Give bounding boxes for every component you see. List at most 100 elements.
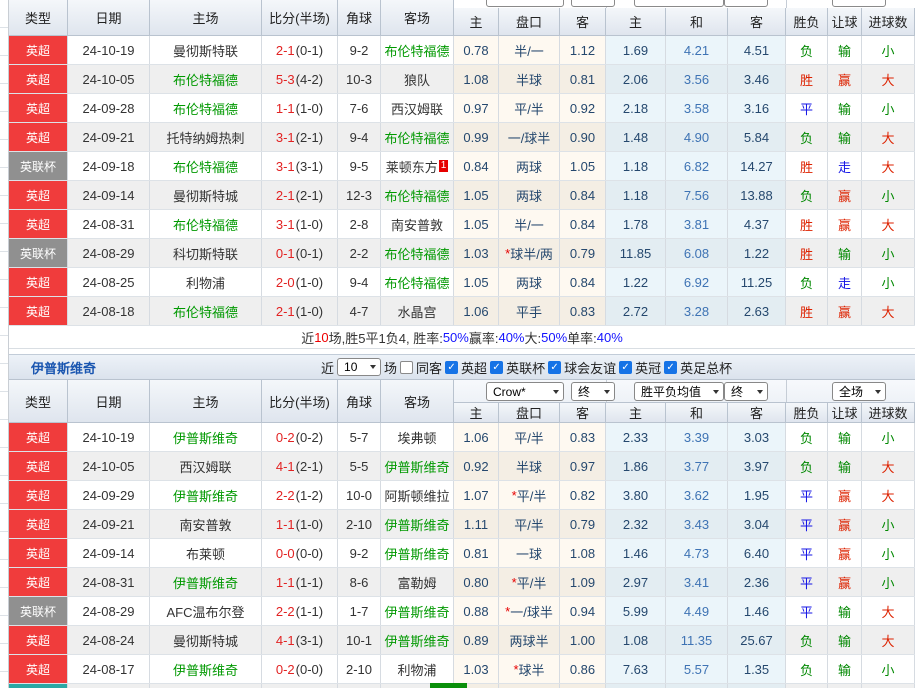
handicap-away-odds: 0.84 (560, 181, 606, 209)
match-row: 英联杯24-08-29AFC温布尔登2-2(1-1)1-7伊普斯维奇0.88*一… (9, 597, 915, 626)
match-date: 24-09-14 (68, 181, 150, 209)
odds-time-select-clipped[interactable] (571, 0, 615, 7)
avg-away-odds: 3.04 (728, 510, 786, 538)
league-label-eflcup[interactable]: 英联杯 (506, 358, 545, 377)
handicap-line: 两球 (516, 157, 542, 176)
league-label-facup[interactable]: 英足总杯 (680, 358, 732, 377)
column-header-wdl: 胜负 (786, 8, 828, 36)
result-handicap: 赢 (828, 210, 862, 238)
handicap-away-odds: 1.08 (560, 539, 606, 567)
home-team: 伊普斯维奇 (173, 660, 238, 679)
same-away-checkbox[interactable] (400, 361, 413, 374)
handicap-away-odds: 0.83 (560, 297, 606, 325)
filter-controls: 近 10 场 同客 英超 英联杯 球会友谊 英冠 英足总杯 (321, 355, 732, 379)
avg-home-odds: 2.06 (606, 65, 666, 93)
avg-draw-odds: 6.92 (666, 268, 728, 296)
result-goals: 大 (862, 65, 915, 93)
result-handicap: 赢 (828, 297, 862, 325)
league-checkbox-premier[interactable] (445, 361, 458, 374)
score-cell: 3-1(1-0) (262, 210, 338, 238)
league-badge: 英超 (9, 452, 67, 480)
result-handicap: 输 (828, 597, 862, 625)
league-checkbox-championship[interactable] (619, 361, 632, 374)
away-team-cell: 水晶宫 (381, 297, 454, 325)
away-team-cell: 布伦特福德 (381, 181, 454, 209)
avg-time-select[interactable]: 终 (724, 382, 768, 401)
result-wdl: 胜 (786, 210, 828, 238)
handicap-away-odds: 1.00 (560, 626, 606, 654)
games-count-select[interactable]: 10 (337, 358, 381, 376)
home-team-cell: 曼彻斯特城 (150, 181, 262, 209)
home-team-cell: 曼彻斯特联 (150, 36, 262, 64)
league-checkbox-facup[interactable] (664, 361, 677, 374)
match-row: 英超24-08-31伊普斯维奇1-1(1-1)8-6富勒姆0.80*平/半1.0… (9, 568, 915, 597)
league-label-friendly[interactable]: 球会友谊 (564, 358, 616, 377)
handicap-line: 平/半 (514, 428, 544, 447)
odds-time-select[interactable]: 终 (571, 382, 615, 401)
red-card-badge: 1 (439, 160, 449, 172)
handicap-line: 半球 (516, 70, 542, 89)
home-team-cell: AFC温布尔登 (150, 597, 262, 625)
avg-home-odds: 11.85 (606, 239, 666, 267)
avg-select-clipped[interactable] (634, 0, 724, 7)
score-cell: 4-1(2-1) (262, 452, 338, 480)
fulltime-score: 1-1 (276, 575, 295, 590)
handicap-line-cell: 半球 (499, 65, 560, 93)
away-team: 伊普斯维奇 (384, 544, 449, 563)
column-header-goals: 进球数 (862, 8, 915, 36)
home-team: 曼彻斯特联 (173, 41, 238, 60)
result-handicap: 走 (828, 152, 862, 180)
result-handicap: 赢 (828, 65, 862, 93)
home-team: 布伦特福德 (173, 99, 238, 118)
home-team: 伊普斯维奇 (173, 428, 238, 447)
match-date: 24-10-05 (68, 452, 150, 480)
league-badge: 英联杯 (9, 152, 67, 180)
avg-time-select-clipped[interactable] (724, 0, 768, 7)
result-wdl: 负 (786, 36, 828, 64)
match-date: 24-10-05 (68, 65, 150, 93)
fulltime-score: 2-1 (276, 304, 295, 319)
scope-select-clipped[interactable] (832, 0, 886, 7)
halftime-score: (0-2) (296, 430, 323, 445)
handicap-home-odds: 0.81 (454, 539, 499, 567)
column-header-score: 比分(半场) (262, 380, 338, 423)
league-checkbox-friendly[interactable] (548, 361, 561, 374)
scope-select[interactable]: 全场 (832, 382, 886, 401)
bookmaker-select-clipped[interactable] (486, 0, 564, 7)
away-team: 布伦特福德 (384, 41, 449, 60)
result-goals: 小 (862, 655, 915, 683)
fulltime-score: 3-1 (276, 130, 295, 145)
avg-home-odds: 1.08 (606, 626, 666, 654)
handicap-line-cell: 平手 (499, 684, 560, 688)
result-goals: 大 (862, 626, 915, 654)
result-wdl: 负 (786, 655, 828, 683)
result-handicap: 赢 (828, 568, 862, 596)
avg-away-odds: 1.35 (728, 655, 786, 683)
league-checkbox-eflcup[interactable] (490, 361, 503, 374)
score-cell: 3-1(2-1) (262, 123, 338, 151)
handicap-line: 两球 (516, 273, 542, 292)
handicap-away-odds: 1.12 (560, 36, 606, 64)
avg-odds-select[interactable]: 胜平负均值 (634, 382, 724, 401)
league-label-championship[interactable]: 英冠 (635, 358, 661, 377)
handicap-line: 半/一 (514, 41, 544, 60)
home-team: 伊普斯维奇 (173, 573, 238, 592)
avg-draw-odds: 7.56 (666, 181, 728, 209)
avg-home-odds: 2.18 (606, 94, 666, 122)
away-team-cell: 布伦特福德 (381, 36, 454, 64)
result-goals: 小 (862, 268, 915, 296)
home-team: 科切斯特联 (173, 244, 238, 263)
handicap-line: 一/球半 (508, 128, 551, 147)
result-goals: 大 (862, 297, 915, 325)
league-label-premier[interactable]: 英超 (461, 358, 487, 377)
avg-draw-odds: 6.08 (666, 239, 728, 267)
corner-count: 2-10 (338, 655, 381, 683)
score-cell: 4-1(3-1) (262, 626, 338, 654)
away-team: 伊普斯维奇 (384, 515, 449, 534)
avg-draw-odds: 4.49 (666, 597, 728, 625)
bookmaker-select[interactable]: Crow* (486, 382, 564, 401)
avg-draw-odds: 4.90 (666, 123, 728, 151)
same-away-label[interactable]: 同客 (416, 358, 442, 377)
league-badge: 英超 (9, 626, 67, 654)
league-badge: 英超 (9, 655, 67, 683)
